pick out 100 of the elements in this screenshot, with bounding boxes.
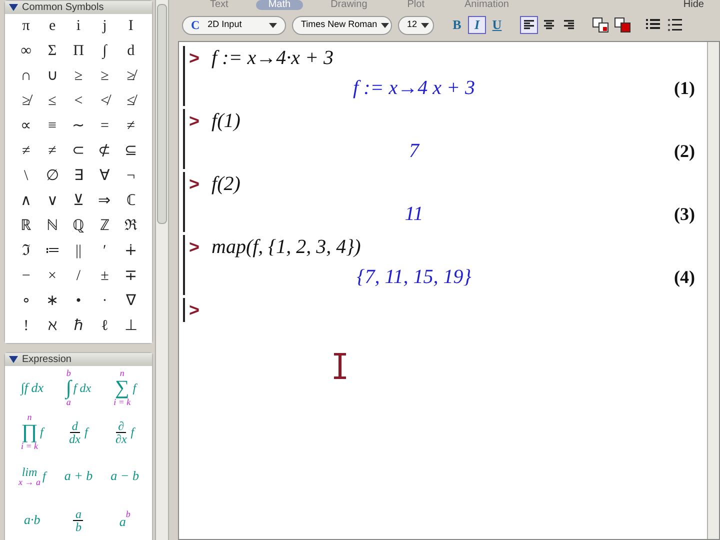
font-dropdown[interactable]: Times New Roman [292, 16, 392, 34]
align-center-icon [543, 20, 555, 30]
numbered-list-icon[interactable] [668, 18, 682, 32]
symbol-button[interactable]: ∨ [39, 189, 66, 214]
symbol-button[interactable]: ∘ [13, 289, 40, 314]
symbol-button[interactable]: ≥ [65, 64, 92, 89]
triangle-icon[interactable] [9, 4, 18, 11]
scrollbar-thumb[interactable] [157, 4, 167, 224]
symbol-button[interactable]: ℂ [118, 189, 144, 214]
math-output: f := x→4 x + 3 [353, 76, 475, 101]
symbol-button[interactable]: ± [92, 264, 118, 289]
expression-template[interactable]: a b [55, 498, 102, 540]
hide-button[interactable]: Hide [683, 0, 704, 10]
palette-header[interactable]: Common Symbols [5, 1, 152, 14]
symbol-button[interactable]: ℵ [39, 314, 66, 339]
expression-template[interactable]: a + b [55, 454, 102, 498]
symbol-button[interactable]: ≰ [118, 89, 144, 114]
align-button[interactable] [520, 16, 538, 34]
expression-template[interactable]: n ∏ i = k f [9, 410, 56, 454]
symbol-button[interactable]: • [65, 289, 92, 314]
symbol-button[interactable]: ∪ [39, 64, 66, 89]
symbol-button[interactable]: < [65, 89, 92, 114]
symbol-button[interactable]: ≡ [39, 114, 66, 139]
symbol-button[interactable]: ℏ [65, 314, 92, 339]
text-style-button[interactable]: U [488, 16, 506, 34]
symbol-button[interactable]: ! [13, 314, 40, 339]
symbol-button[interactable]: Π [65, 39, 92, 64]
symbol-button[interactable]: ∩ [13, 64, 40, 89]
symbol-button[interactable]: ∔ [118, 239, 144, 264]
triangle-icon[interactable] [9, 356, 18, 363]
text-style-button[interactable]: I [468, 16, 486, 34]
symbol-button[interactable]: ≠ [118, 114, 144, 139]
symbol-button[interactable]: ⊆ [118, 139, 144, 164]
symbol-button[interactable]: ≤ [39, 89, 66, 114]
symbol-button[interactable]: ∫ [92, 39, 118, 64]
symbol-button[interactable]: ∞ [13, 39, 40, 64]
symbol-button[interactable]: ≱ [13, 89, 40, 114]
symbol-button[interactable]: · [92, 289, 118, 314]
symbol-button[interactable]: ℑ [13, 239, 40, 264]
palette-header[interactable]: Expression [5, 353, 152, 366]
input-mode-dropdown[interactable]: C 2D Input [182, 16, 286, 34]
symbol-button[interactable]: ≮ [92, 89, 118, 114]
symbol-button[interactable]: ¬ [118, 164, 144, 189]
expression-template[interactable]: a·b [9, 498, 56, 540]
symbol-button[interactable]: ≠ [13, 139, 40, 164]
expression-template[interactable]: a − b [102, 454, 148, 498]
symbol-button[interactable]: ∧ [13, 189, 40, 214]
palette-title: Common Symbols [22, 2, 104, 12]
symbol-button[interactable]: ≠ [39, 139, 66, 164]
scrollbar[interactable] [707, 42, 719, 539]
symbol-button[interactable]: ∃ [65, 164, 92, 189]
symbol-button[interactable]: ℤ [92, 214, 118, 239]
symbol-button[interactable]: ∝ [13, 114, 40, 139]
scrollbar[interactable] [155, 0, 169, 540]
size-dropdown[interactable]: 12 [398, 16, 434, 34]
symbol-button[interactable]: ℝ [13, 214, 40, 239]
symbol-button[interactable]: ⊂ [65, 139, 92, 164]
symbol-button[interactable]: Σ [39, 39, 66, 64]
math-input[interactable]: f(2) [212, 169, 240, 199]
symbol-button[interactable]: ∗ [39, 289, 66, 314]
symbol-button[interactable]: ⇒ [92, 189, 118, 214]
bullet-list-icon[interactable] [646, 18, 660, 30]
symbol-button[interactable]: d [118, 39, 144, 64]
input-mode-icon: C [191, 16, 200, 34]
expression-template[interactable]: ∫f dx [9, 366, 56, 410]
symbol-button[interactable]: e [39, 14, 66, 39]
symbol-button[interactable]: / [65, 264, 92, 289]
symbol-button[interactable]: ℜ [118, 214, 144, 239]
symbol-button[interactable]: − [13, 264, 40, 289]
symbol-button[interactable]: ℚ [65, 214, 92, 239]
equation-label: (3) [674, 202, 695, 226]
symbol-button[interactable]: i [65, 14, 92, 39]
symbol-button[interactable]: = [92, 114, 118, 139]
math-input[interactable]: f(1) [212, 106, 240, 136]
symbol-button[interactable]: j [92, 14, 118, 39]
expression-template[interactable]: b ∫ a f dx [55, 366, 102, 410]
symbol-button[interactable]: ′ [92, 239, 118, 264]
symbol-button[interactable]: ∼ [65, 114, 92, 139]
symbol-button[interactable]: ∇ [118, 289, 144, 314]
symbol-button[interactable]: × [39, 264, 66, 289]
symbol-button[interactable]: ∅ [39, 164, 66, 189]
symbol-button[interactable]: π [13, 14, 40, 39]
symbol-button[interactable]: ℕ [39, 214, 66, 239]
symbol-button[interactable]: ≱ [118, 64, 144, 89]
symbol-button[interactable]: ≔ [39, 239, 66, 264]
symbol-button[interactable]: I [118, 14, 144, 39]
symbol-button[interactable]: ⊄ [92, 139, 118, 164]
symbol-button[interactable]: ℓ [92, 314, 118, 339]
symbol-button[interactable]: || [65, 239, 92, 264]
math-input[interactable]: map(f, {1, 2, 3, 4}) [212, 232, 361, 262]
text-style-button[interactable]: B [448, 16, 466, 34]
symbol-button[interactable]: ⊥ [118, 314, 144, 339]
caret-icon [381, 22, 390, 28]
symbol-button[interactable]: ∓ [118, 264, 144, 289]
symbol-button[interactable]: ≥ [92, 64, 118, 89]
symbol-button[interactable]: \ [13, 164, 40, 189]
symbol-button[interactable]: ⊻ [65, 189, 92, 214]
math-input[interactable]: f := x→4·x + 3 [212, 43, 334, 73]
symbol-button[interactable]: ∀ [92, 164, 118, 189]
expression-template[interactable]: n ∑ i = k f [102, 366, 148, 410]
